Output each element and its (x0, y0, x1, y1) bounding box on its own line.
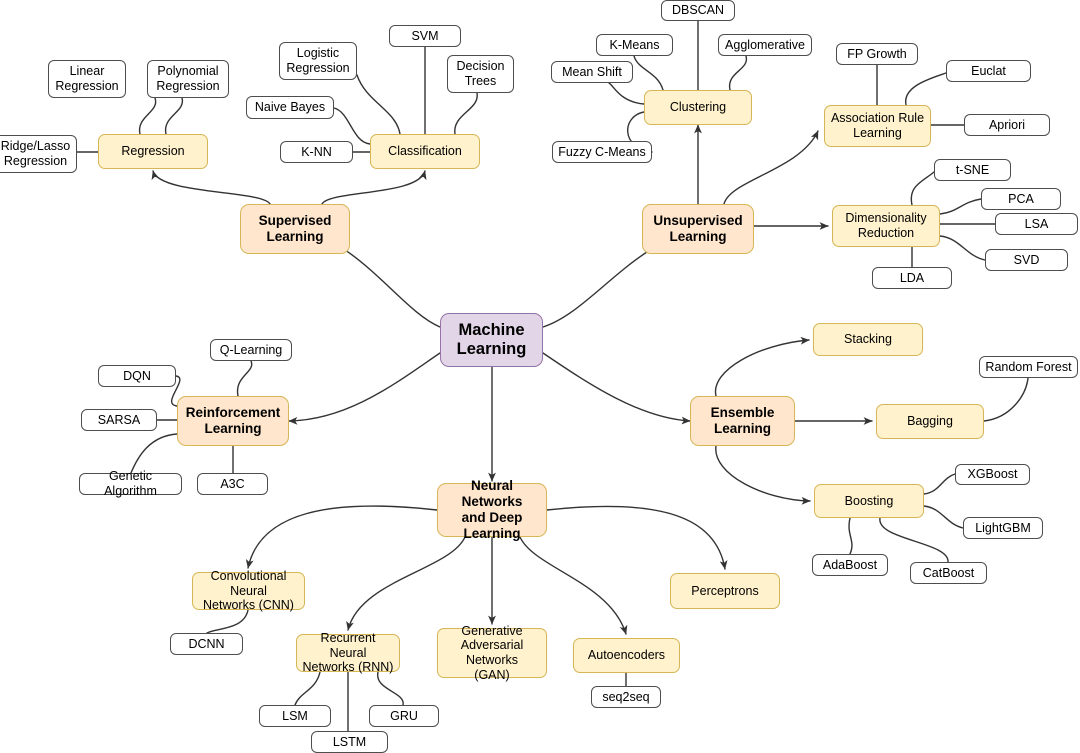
node-gan[interactable]: Generative Adversarial Networks (GAN) (437, 624, 547, 682)
node-euclat[interactable]: Euclat (946, 60, 1031, 82)
node-cnn[interactable]: Convolutional Neural Networks (CNN) (192, 569, 305, 612)
node-seq2seq[interactable]: seq2seq (591, 686, 661, 708)
edge-regression-to-linear-reg (139, 97, 157, 135)
edge-neural-to-rnn (346, 536, 466, 631)
edge-rnn-to-lsm (294, 671, 321, 706)
node-neural[interactable]: Neural Networks and Deep Learning (437, 478, 547, 541)
node-logistic-reg[interactable]: Logistic Regression (279, 42, 357, 80)
edge-classification-to-naive-bayes (333, 107, 371, 145)
edge-classification-to-decision-trees (454, 92, 478, 135)
edge-neural-to-cnn (245, 505, 438, 569)
node-a3c[interactable]: A3C (197, 473, 268, 495)
node-lsm[interactable]: LSM (259, 705, 331, 727)
node-reinforcement[interactable]: Reinforcement Learning (177, 396, 289, 446)
node-regression[interactable]: Regression (98, 134, 208, 169)
edge-assoc-rule-to-euclat (905, 72, 947, 106)
node-stacking[interactable]: Stacking (813, 323, 923, 356)
node-dbscan[interactable]: DBSCAN (661, 0, 735, 21)
node-fuzzy-cmeans[interactable]: Fuzzy C-Means (552, 141, 652, 163)
edge-unsupervised-to-assoc-rule (723, 130, 819, 205)
node-autoencoders[interactable]: Autoencoders (573, 638, 680, 673)
node-q-learning[interactable]: Q-Learning (210, 339, 292, 361)
edge-ensemble-to-boosting (715, 445, 811, 505)
node-svd[interactable]: SVD (985, 249, 1068, 271)
node-gru[interactable]: GRU (369, 705, 439, 727)
edge-boosting-to-xgboost (923, 473, 956, 495)
node-ml[interactable]: Machine Learning (440, 313, 543, 367)
node-boosting[interactable]: Boosting (814, 484, 924, 518)
node-apriori[interactable]: Apriori (964, 114, 1050, 136)
node-naive-bayes[interactable]: Naive Bayes (246, 96, 334, 119)
edge-neural-to-autoencoders (519, 536, 628, 635)
node-supervised[interactable]: Supervised Learning (240, 204, 350, 254)
edge-rnn-to-gru (377, 671, 404, 706)
edge-bagging-to-random-forest (983, 377, 1029, 422)
edge-dim-reduction-to-pca (939, 198, 982, 215)
node-adaboost[interactable]: AdaBoost (812, 554, 888, 576)
edge-ensemble-to-stacking (714, 336, 810, 397)
node-tsne[interactable]: t-SNE (934, 159, 1011, 181)
edge-boosting-to-catboost (879, 517, 949, 563)
node-assoc-rule[interactable]: Association Rule Learning (824, 105, 931, 147)
node-classification[interactable]: Classification (370, 134, 480, 169)
edge-clustering-to-agglomerative (729, 55, 747, 91)
edge-supervised-to-classification (321, 170, 427, 205)
node-pca[interactable]: PCA (981, 188, 1061, 210)
node-catboost[interactable]: CatBoost (910, 562, 987, 584)
node-ensemble[interactable]: Ensemble Learning (690, 396, 795, 446)
node-rnn[interactable]: Recurrent Neural Networks (RNN) (296, 631, 400, 674)
node-random-forest[interactable]: Random Forest (979, 356, 1078, 378)
edge-ml-to-ensemble (542, 352, 691, 425)
node-clustering[interactable]: Clustering (644, 90, 752, 125)
node-decision-trees[interactable]: Decision Trees (447, 55, 514, 93)
edge-boosting-to-adaboost (848, 517, 853, 555)
edge-reinforcement-to-genetic-algo (130, 433, 178, 474)
node-agglomerative[interactable]: Agglomerative (718, 34, 812, 56)
edge-neural-to-perceptrons (546, 505, 728, 570)
node-unsupervised[interactable]: Unsupervised Learning (642, 204, 754, 254)
node-xgboost[interactable]: XGBoost (955, 464, 1030, 485)
edge-regression-to-poly-reg (165, 97, 183, 135)
node-dqn[interactable]: DQN (98, 365, 176, 387)
node-knn[interactable]: K-NN (280, 141, 353, 163)
node-lightgbm[interactable]: LightGBM (963, 517, 1043, 539)
node-lstm[interactable]: LSTM (311, 731, 388, 753)
edge-dim-reduction-to-tsne (910, 171, 935, 206)
node-bagging[interactable]: Bagging (876, 404, 984, 439)
edge-ml-to-reinforcement (288, 352, 441, 425)
node-dim-reduction[interactable]: Dimensionality Reduction (832, 205, 940, 247)
node-dcnn[interactable]: DCNN (170, 633, 243, 655)
node-mean-shift[interactable]: Mean Shift (551, 61, 633, 83)
node-ridge-lasso[interactable]: Ridge/Lasso Regression (0, 135, 77, 173)
mindmap-canvas: Machine Learning Supervised Learning Regre… (0, 0, 1080, 753)
node-perceptrons[interactable]: Perceptrons (670, 573, 780, 609)
node-fp-growth[interactable]: FP Growth (836, 43, 918, 65)
node-linear-reg[interactable]: Linear Regression (48, 60, 126, 98)
edge-supervised-to-regression (151, 170, 271, 205)
node-lsa[interactable]: LSA (995, 213, 1078, 235)
node-lda[interactable]: LDA (872, 267, 952, 289)
edge-reinforcement-to-q-learning (236, 360, 253, 397)
node-genetic-algo[interactable]: Genetic Algorithm (79, 469, 182, 498)
edge-classification-to-logistic-reg (356, 74, 401, 135)
edge-dim-reduction-to-svd (939, 235, 986, 261)
edge-cnn-to-dcnn (206, 609, 249, 634)
edge-clustering-to-kmeans (633, 55, 664, 91)
node-svm[interactable]: SVM (389, 25, 461, 47)
node-kmeans[interactable]: K-Means (596, 34, 673, 56)
node-sarsa[interactable]: SARSA (81, 409, 157, 431)
edge-clustering-to-mean-shift (608, 82, 645, 105)
node-poly-reg[interactable]: Polynomial Regression (147, 60, 229, 98)
edge-boosting-to-lightgbm (923, 505, 964, 529)
